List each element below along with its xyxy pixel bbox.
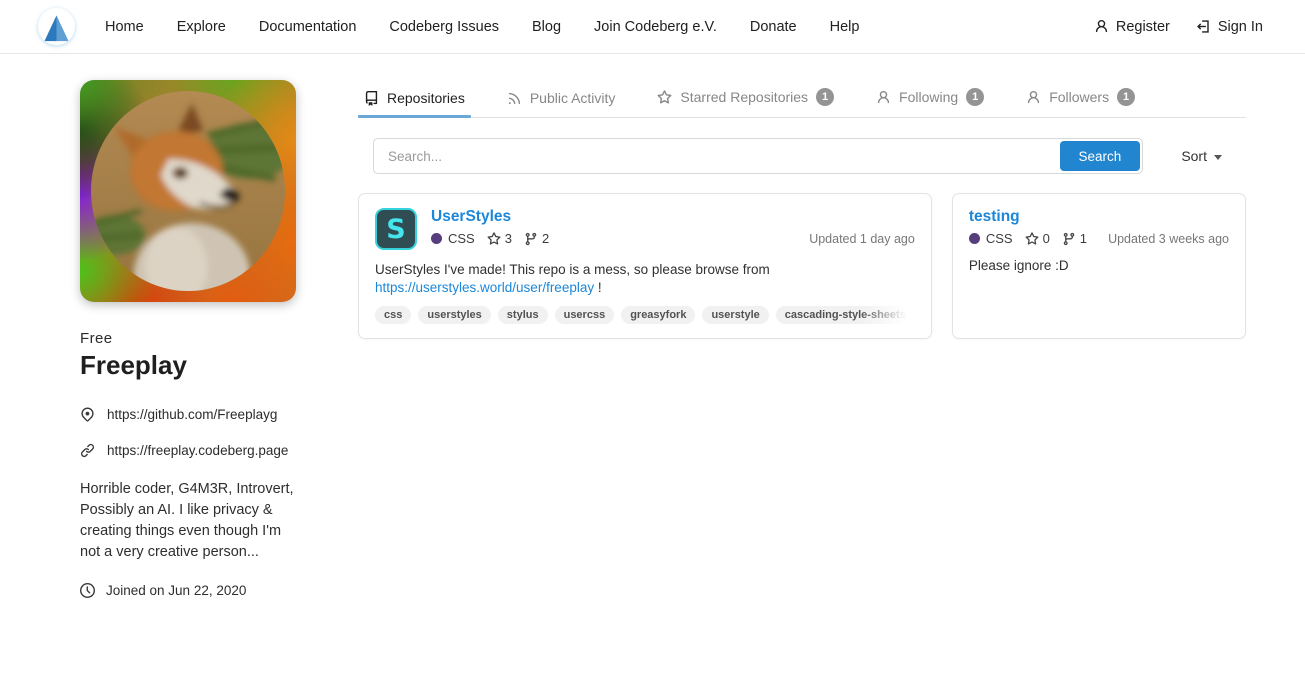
profile-bio: Horrible coder, G4M3R, Introvert, Possib…	[80, 479, 298, 563]
tab-starred-repositories[interactable]: Starred Repositories 1	[651, 80, 840, 117]
repo-stars: 3	[505, 231, 512, 246]
sort-dropdown[interactable]: Sort	[1181, 148, 1222, 164]
repo-icon	[364, 91, 379, 106]
register-label: Register	[1116, 19, 1170, 35]
link-icon	[80, 443, 95, 458]
profile-display-name: Free	[80, 330, 298, 347]
profile-website-text: https://freeplay.codeberg.page	[107, 443, 288, 458]
profile-joined: Joined on Jun 22, 2020	[80, 583, 298, 598]
tab-followers-label: Followers	[1049, 89, 1109, 105]
profile-tabs: Repositories Public Activity Starred Rep…	[358, 80, 1246, 118]
repo-stars: 0	[1043, 231, 1050, 246]
repo-description: Please ignore :D	[969, 257, 1229, 275]
repo-search-row: Search Sort	[373, 138, 1246, 174]
profile-username: Freeplay	[80, 350, 298, 381]
person-icon	[1026, 90, 1041, 105]
repo-updated: Updated 1 day ago	[809, 232, 915, 246]
repo-description-link[interactable]: https://userstyles.world/user/freeplay	[375, 280, 594, 295]
tab-followers[interactable]: Followers 1	[1020, 80, 1141, 117]
sort-label: Sort	[1181, 148, 1207, 164]
person-icon	[1094, 19, 1109, 34]
chevron-down-icon	[1214, 155, 1222, 160]
profile-sidebar: Free Freeplay https://github.com/Freepla…	[80, 80, 298, 598]
repo-language: CSS	[448, 231, 475, 246]
repo-forks: 2	[542, 231, 549, 246]
topic-tag[interactable]: userstyles	[418, 306, 490, 324]
avatar[interactable]	[80, 80, 296, 302]
codeberg-logo-icon[interactable]	[38, 8, 75, 45]
repo-description: UserStyles I've made! This repo is a mes…	[375, 261, 915, 297]
clock-icon	[80, 583, 95, 598]
joined-text: Joined on Jun 22, 2020	[106, 583, 246, 598]
tab-public-activity-label: Public Activity	[530, 90, 616, 106]
repository-list: S UserStyles CSS 3 2 Updated 1 day ago	[358, 193, 1246, 339]
following-count-badge: 1	[966, 88, 984, 106]
nav-help[interactable]: Help	[830, 19, 860, 35]
location-icon	[80, 407, 95, 422]
repo-language: CSS	[986, 231, 1013, 246]
repo-card-userstyles: S UserStyles CSS 3 2 Updated 1 day ago	[358, 193, 932, 339]
topic-tag[interactable]: greasyfork	[621, 306, 695, 324]
sign-in-icon	[1196, 19, 1211, 34]
sign-in-link[interactable]: Sign In	[1196, 19, 1263, 35]
tab-repositories-label: Repositories	[387, 90, 465, 106]
repo-link-testing[interactable]: testing	[969, 208, 1020, 226]
person-icon	[876, 90, 891, 105]
language-dot-icon	[431, 233, 442, 244]
nav-blog[interactable]: Blog	[532, 19, 561, 35]
sign-in-label: Sign In	[1218, 19, 1263, 35]
tab-repositories[interactable]: Repositories	[358, 82, 471, 117]
repo-avatar-stylus[interactable]: S	[375, 208, 417, 250]
rss-icon	[507, 91, 522, 106]
repo-forks: 1	[1080, 231, 1087, 246]
tab-public-activity[interactable]: Public Activity	[501, 82, 622, 117]
topic-tag[interactable]: userstyle	[702, 306, 768, 324]
top-navbar: Home Explore Documentation Codeberg Issu…	[0, 0, 1305, 54]
profile-location-link[interactable]: https://github.com/Freeplayg	[80, 407, 298, 422]
repo-link-userstyles[interactable]: UserStyles	[431, 208, 511, 226]
nav-codeberg-issues[interactable]: Codeberg Issues	[389, 19, 499, 35]
nav-documentation[interactable]: Documentation	[259, 19, 357, 35]
nav-donate[interactable]: Donate	[750, 19, 797, 35]
followers-count-badge: 1	[1117, 88, 1135, 106]
fork-icon	[524, 232, 538, 246]
nav-join-codeberg[interactable]: Join Codeberg e.V.	[594, 19, 717, 35]
star-icon	[487, 232, 501, 246]
star-icon	[1025, 232, 1039, 246]
nav-home[interactable]: Home	[105, 19, 144, 35]
tab-following-label: Following	[899, 89, 958, 105]
nav-explore[interactable]: Explore	[177, 19, 226, 35]
topic-tag[interactable]: css	[375, 306, 411, 324]
profile-location-text: https://github.com/Freeplayg	[107, 407, 277, 422]
repo-description-text: UserStyles I've made! This repo is a mes…	[375, 262, 770, 277]
repo-meta: CSS 0 1 Updated 3 weeks ago	[969, 231, 1229, 246]
topic-tag[interactable]: usercss	[555, 306, 615, 324]
main-nav: Home Explore Documentation Codeberg Issu…	[105, 19, 859, 35]
register-link[interactable]: Register	[1094, 19, 1170, 35]
search-button[interactable]: Search	[1060, 141, 1141, 171]
tab-starred-label: Starred Repositories	[680, 89, 808, 105]
profile-website-link[interactable]: https://freeplay.codeberg.page	[80, 443, 298, 458]
tab-following[interactable]: Following 1	[870, 80, 990, 117]
topic-tag[interactable]: stylus	[498, 306, 548, 324]
language-dot-icon	[969, 233, 980, 244]
repo-description-suffix: !	[594, 280, 602, 295]
fox-photo	[91, 91, 285, 291]
repo-updated: Updated 3 weeks ago	[1108, 232, 1229, 246]
starred-count-badge: 1	[816, 88, 834, 106]
topic-tag[interactable]: cascading-style-sheets	[776, 306, 915, 324]
repo-card-testing: testing CSS 0 1 Updated 3 weeks ago Plea…	[952, 193, 1246, 339]
search-input[interactable]	[376, 141, 1060, 171]
star-icon	[657, 90, 672, 105]
repo-topics: css userstyles stylus usercss greasyfork…	[375, 306, 915, 324]
header-account-area: Register Sign In	[1094, 19, 1263, 35]
fork-icon	[1062, 232, 1076, 246]
repo-meta: CSS 3 2 Updated 1 day ago	[431, 231, 915, 246]
profile-main: Repositories Public Activity Starred Rep…	[358, 80, 1246, 598]
search-group: Search	[373, 138, 1143, 174]
